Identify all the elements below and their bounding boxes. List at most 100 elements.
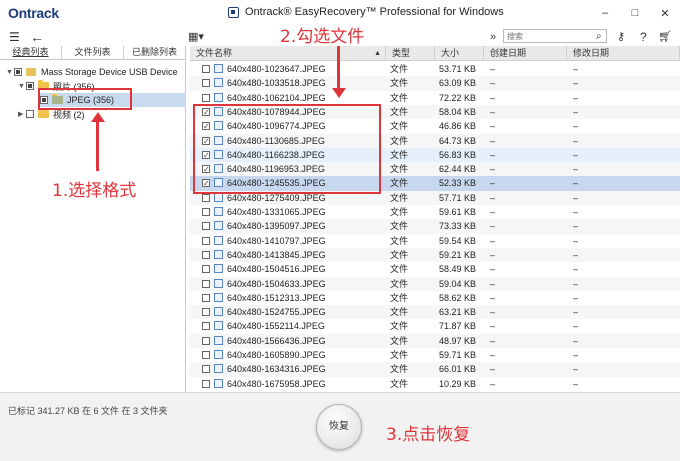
table-row[interactable]: 640x480-1512313.JPEG 文件 58.62 KB – – — [190, 291, 680, 305]
column-header-modified[interactable]: 修改日期 — [567, 46, 680, 61]
table-row[interactable]: 640x480-1413845.JPEG 文件 59.21 KB – – — [190, 247, 680, 263]
checkbox[interactable] — [202, 250, 210, 259]
checkbox[interactable] — [202, 365, 210, 374]
checkbox[interactable] — [202, 93, 210, 102]
file-type: 文件 — [390, 207, 409, 217]
checkbox[interactable] — [202, 65, 210, 73]
image-file-icon — [214, 278, 223, 288]
search-input[interactable] — [503, 29, 607, 43]
file-name: 640x480-1413845.JPEG — [227, 249, 326, 260]
file-modified: – — [573, 78, 579, 89]
table-row[interactable]: 640x480-1023647.JPEG 文件 53.71 KB – – — [190, 62, 680, 76]
table-row[interactable]: 640x480-1675958.JPEG 文件 10.29 KB – – — [190, 377, 680, 391]
annotation-box-format — [38, 88, 132, 110]
column-header-size[interactable]: 大小 — [435, 46, 484, 61]
chevron-right-icon[interactable]: ▶ — [18, 110, 26, 118]
recover-button[interactable]: 恢复 — [316, 404, 362, 450]
image-file-icon — [214, 321, 223, 331]
arrow-shaft — [96, 121, 99, 171]
file-name: 640x480-1331065.JPEG — [227, 207, 326, 217]
table-row[interactable]: 640x480-1062104.JPEG 文件 72.22 KB – – — [190, 91, 680, 105]
table-row[interactable]: 640x480-1331065.JPEG 文件 59.61 KB – – — [190, 205, 680, 219]
file-created: – — [490, 249, 496, 260]
column-header-type[interactable]: 类型 — [386, 46, 435, 61]
minimize-button[interactable]: – — [590, 0, 620, 26]
checkbox[interactable] — [14, 68, 22, 76]
table-row[interactable]: 640x480-1504633.JPEG 文件 59.04 KB – – — [190, 276, 680, 291]
table-row[interactable]: 640x480-1504516.JPEG 文件 58.49 KB – – — [190, 262, 680, 276]
file-name: 640x480-1634316.JPEG — [227, 364, 326, 375]
image-file-icon — [214, 64, 223, 73]
checkbox[interactable] — [202, 222, 210, 231]
checkbox[interactable] — [202, 293, 210, 302]
checkbox[interactable] — [26, 82, 34, 90]
close-button[interactable]: ✕ — [650, 0, 680, 26]
file-name-cell: 640x480-1512313.JPEG — [202, 291, 326, 305]
restore-button[interactable]: □ — [620, 0, 650, 26]
tab-file-list[interactable]: 文件列表 — [62, 46, 124, 59]
table-row[interactable]: 640x480-1566436.JPEG 文件 48.97 KB – – — [190, 333, 680, 348]
cart-icon[interactable]: 🛒︎ — [658, 29, 672, 45]
file-type: 文件 — [390, 307, 409, 318]
table-row[interactable]: 640x480-1605890.JPEG 文件 59.71 KB – – — [190, 348, 680, 362]
file-type: 文件 — [390, 78, 409, 89]
file-type: 文件 — [390, 192, 409, 203]
double-chevron-right-icon[interactable]: » — [490, 29, 496, 45]
table-row[interactable]: 640x480-1634316.JPEG 文件 66.01 KB – – — [190, 362, 680, 377]
file-name-cell: 640x480-1331065.JPEG — [202, 205, 326, 219]
file-created: – — [490, 106, 496, 117]
file-name-cell: 640x480-1413845.JPEG — [202, 248, 326, 262]
key-icon[interactable]: ⚷ — [617, 29, 625, 45]
checkbox[interactable] — [202, 351, 210, 359]
file-name-cell: 640x480-1395097.JPEG — [202, 219, 326, 233]
checkbox[interactable] — [202, 279, 210, 288]
hamburger-menu-icon[interactable]: ☰ — [9, 29, 20, 45]
checkbox[interactable] — [202, 308, 210, 317]
chevron-down-icon[interactable]: ▼ — [6, 69, 14, 76]
file-type: 文件 — [390, 92, 409, 103]
file-size: 53.71 KB — [439, 64, 477, 74]
checkbox[interactable] — [202, 322, 210, 331]
checkbox[interactable] — [202, 79, 210, 88]
column-header-name[interactable]: 文件名称 ▲ — [190, 46, 386, 61]
table-row[interactable]: 640x480-1552114.JPEG 文件 71.87 KB – – — [190, 319, 680, 333]
column-header-created[interactable]: 创建日期 — [484, 46, 567, 61]
checkbox[interactable] — [202, 379, 210, 388]
grid-view-icon[interactable]: ▦▾ — [188, 29, 204, 45]
table-row[interactable]: 640x480-1410797.JPEG 文件 59.54 KB – – — [190, 234, 680, 248]
checkbox[interactable] — [202, 208, 210, 216]
file-size: 62.44 KB — [439, 164, 477, 175]
file-size: 71.87 KB — [439, 321, 477, 332]
image-file-icon — [214, 292, 223, 302]
image-file-icon — [214, 335, 223, 345]
table-row[interactable]: 640x480-1395097.JPEG 文件 73.33 KB – – — [190, 219, 680, 234]
tab-deleted-list[interactable]: 已删除列表 — [124, 46, 185, 59]
file-modified: – — [573, 207, 579, 217]
checkbox[interactable] — [202, 193, 210, 202]
tree-item-device[interactable]: ▼ Mass Storage Device USB Device — [6, 65, 178, 79]
back-arrow-icon[interactable]: ← — [30, 29, 44, 45]
image-file-icon — [214, 378, 223, 388]
file-modified: – — [573, 121, 579, 132]
checkbox[interactable] — [26, 110, 34, 118]
table-row[interactable]: 640x480-1524755.JPEG 文件 63.21 KB – – — [190, 305, 680, 320]
file-created: – — [490, 78, 496, 89]
file-size: 58.04 KB — [439, 106, 477, 117]
search-icon[interactable]: ⌕ — [596, 29, 602, 45]
image-file-icon — [214, 264, 223, 274]
annotation-step3: 3.点击恢复 — [386, 425, 471, 445]
chevron-down-icon[interactable]: ▼ — [18, 83, 26, 90]
arrow-down-icon — [332, 88, 346, 98]
image-file-icon — [214, 92, 223, 102]
file-size: 52.33 KB — [439, 178, 477, 189]
table-row[interactable]: 640x480-1033518.JPEG 文件 63.09 KB – – — [190, 76, 680, 91]
annotation-step1: 1.选择格式 — [52, 181, 137, 201]
checkbox[interactable] — [202, 236, 210, 245]
tab-classic-list[interactable]: 经典列表 — [0, 46, 62, 59]
checkbox[interactable] — [202, 336, 210, 345]
arrow-shaft — [337, 46, 340, 90]
checkbox[interactable] — [202, 265, 210, 274]
image-file-icon — [214, 307, 223, 317]
help-button[interactable]: ? — [640, 29, 647, 45]
file-created: – — [490, 278, 496, 289]
